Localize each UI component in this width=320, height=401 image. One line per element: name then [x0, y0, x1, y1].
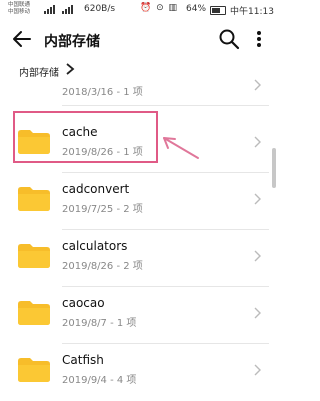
folder-name: cadconvert — [62, 182, 130, 196]
chevron-right-icon — [254, 250, 261, 262]
scrollbar[interactable] — [272, 148, 276, 188]
signal-icon — [44, 5, 73, 14]
carrier-2: 中国移动 — [8, 9, 31, 15]
folder-meta: 2019/7/25 - 2 项 — [62, 204, 143, 215]
folder-icon — [18, 301, 50, 325]
chevron-right-icon — [254, 307, 261, 319]
more-vert-icon[interactable] — [252, 28, 266, 50]
status-bar: 中国联通 中国移动 620B/s ⏰ ⊙ ▥ 64% 中午11:13 — [0, 0, 281, 20]
carrier-1: 中国联通 — [8, 2, 31, 8]
folder-meta: 2018/3/16 - 1 项 — [62, 87, 143, 98]
chevron-right-icon — [254, 136, 261, 148]
list-item[interactable]: cadconvert 2019/7/25 - 2 项 — [0, 173, 281, 230]
chevron-right-icon — [254, 364, 261, 376]
page-title: 内部存储 — [44, 34, 100, 50]
list-item[interactable]: Catfish 2019/9/4 - 4 项 — [0, 344, 281, 401]
list-item[interactable]: caocao 2019/8/7 - 1 项 — [0, 287, 281, 344]
app-bar: 内部存储 — [0, 20, 281, 58]
divider — [62, 105, 269, 106]
list-item[interactable]: calculators 2019/8/26 - 2 项 — [0, 230, 281, 287]
status-icons: ⏰ ⊙ ▥ — [140, 3, 178, 13]
carrier-labels: 中国联通 中国移动 — [8, 2, 30, 16]
chevron-right-icon — [254, 193, 261, 205]
folder-icon — [18, 187, 50, 211]
clock: 中午11:13 — [230, 7, 274, 17]
back-arrow-icon[interactable] — [10, 28, 34, 50]
battery-percent: 64% — [186, 4, 207, 14]
battery-icon — [210, 6, 226, 15]
folder-meta: 2019/8/7 - 1 项 — [62, 318, 137, 329]
chevron-right-icon — [254, 79, 261, 91]
folder-meta: 2019/8/26 - 2 项 — [62, 261, 143, 272]
search-icon[interactable] — [218, 28, 240, 50]
folder-icon — [18, 358, 50, 382]
highlight-box — [13, 111, 158, 163]
folder-name: Catfish — [62, 353, 104, 367]
annotation-arrow-icon — [163, 137, 199, 159]
folder-meta: 2019/9/4 - 4 项 — [62, 375, 137, 386]
network-speed: 620B/s — [84, 4, 116, 14]
folder-icon — [18, 244, 50, 268]
folder-name: caocao — [62, 296, 105, 310]
folder-name: calculators — [62, 239, 128, 253]
